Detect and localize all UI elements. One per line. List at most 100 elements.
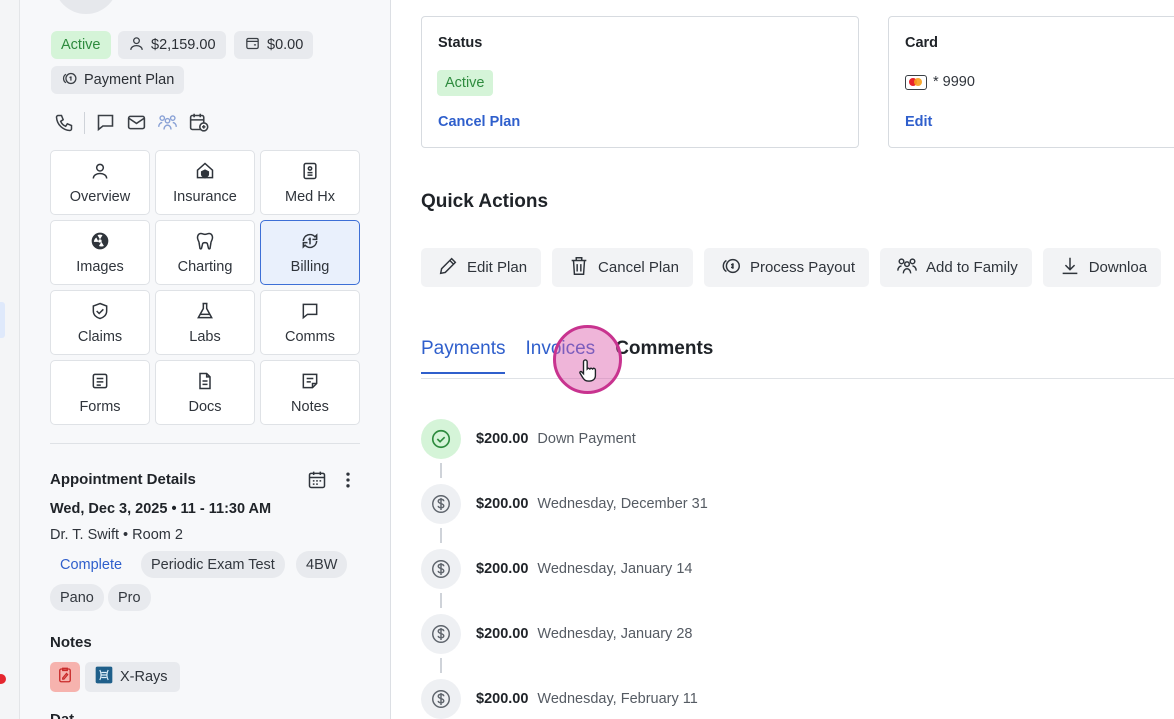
- more-vertical-icon[interactable]: [338, 470, 358, 490]
- appointment-tag: Pano: [50, 584, 104, 611]
- tooth-icon: [195, 231, 215, 255]
- payment-row[interactable]: $200.00 Wednesday, January 28: [421, 614, 1021, 654]
- check-circle-icon: [421, 419, 461, 459]
- download-button[interactable]: Downloa: [1042, 248, 1162, 287]
- medical-record-icon: [300, 161, 320, 185]
- billing-refresh-icon: [300, 231, 320, 255]
- download-icon: [1059, 255, 1081, 281]
- appointment-tag: 4BW: [296, 551, 348, 578]
- add-to-family-button[interactable]: Add to Family: [880, 248, 1032, 287]
- xray-note-chip[interactable]: X-Rays: [85, 662, 180, 692]
- nav-tile-insurance[interactable]: Insurance: [155, 150, 255, 215]
- quick-actions-title: Quick Actions: [421, 191, 549, 212]
- status-chip: Active: [51, 31, 111, 59]
- hand-cursor-icon: [578, 358, 600, 382]
- mail-icon[interactable]: [124, 110, 149, 135]
- nav-tile-forms[interactable]: Forms: [50, 360, 150, 425]
- nav-tile-billing[interactable]: Billing: [260, 220, 360, 285]
- appointment-provider: Dr. T. Swift • Room 2: [50, 527, 183, 543]
- coins-icon: [61, 70, 78, 91]
- house-shield-icon: [195, 161, 215, 185]
- family-icon[interactable]: [155, 110, 180, 135]
- sidebar-divider: [50, 443, 360, 444]
- clipboard-note-button[interactable]: [50, 662, 80, 692]
- payment-row[interactable]: $200.00 Down Payment: [421, 419, 1021, 459]
- avatar: [54, 0, 118, 14]
- status-badge: Active: [437, 70, 493, 96]
- payment-plan-chip[interactable]: Payment Plan: [51, 66, 185, 94]
- nav-tile-overview[interactable]: Overview: [50, 150, 150, 215]
- nav-tile-medhx[interactable]: Med Hx: [260, 150, 360, 215]
- phone-icon[interactable]: [51, 110, 76, 135]
- pencil-icon: [437, 255, 459, 281]
- clipboard-icon: [56, 666, 74, 689]
- tab-comments[interactable]: Comments: [615, 338, 713, 374]
- dollar-circle-icon: [421, 484, 461, 524]
- flask-icon: [195, 301, 215, 325]
- edit-card-link[interactable]: Edit: [905, 114, 932, 130]
- quick-actions-row: Edit Plan Cancel Plan Process Payout Add…: [421, 248, 1162, 287]
- left-rail: [0, 0, 20, 719]
- patient-nav-grid: Overview Insurance Med Hx Images Chartin…: [50, 150, 361, 425]
- appointment-tag: Pro: [108, 584, 151, 611]
- contact-icon-row: [51, 110, 211, 135]
- app: Active $2,159.00 $0.00 Payment Plan Over…: [0, 0, 1174, 719]
- payment-row[interactable]: $200.00 Wednesday, December 31: [421, 484, 1021, 524]
- dollar-circle-icon: [421, 679, 461, 719]
- nav-tile-charting[interactable]: Charting: [155, 220, 255, 285]
- credit-chip[interactable]: $0.00: [234, 31, 314, 59]
- patient-sidebar: Active $2,159.00 $0.00 Payment Plan Over…: [20, 0, 391, 719]
- cancel-plan-link[interactable]: Cancel Plan: [438, 114, 520, 130]
- calendar-icon[interactable]: [307, 470, 327, 490]
- edit-plan-button[interactable]: Edit Plan: [421, 248, 542, 287]
- person-icon: [90, 161, 110, 185]
- appointment-title: Appointment Details: [50, 471, 196, 488]
- payment-row[interactable]: $200.00 Wednesday, February 11: [421, 679, 1021, 719]
- card-card-title: Card: [905, 35, 939, 51]
- wallet-icon: [244, 35, 261, 56]
- card-number-row: * 9990: [905, 74, 975, 90]
- document-icon: [195, 371, 215, 395]
- nav-tile-notes[interactable]: Notes: [260, 360, 360, 425]
- timeline-connector: [440, 593, 442, 608]
- process-payout-button[interactable]: Process Payout: [703, 248, 869, 287]
- nav-tile-comms[interactable]: Comms: [260, 290, 360, 355]
- dollar-circle-icon: [421, 614, 461, 654]
- tab-payments[interactable]: Payments: [421, 338, 506, 374]
- rail-active-marker: [0, 302, 5, 338]
- xray-icon: [94, 665, 114, 689]
- payment-row[interactable]: $200.00 Wednesday, January 14: [421, 549, 1021, 589]
- notes-title: Notes: [50, 634, 92, 651]
- trash-icon: [568, 255, 590, 281]
- icon-separator: [84, 111, 85, 134]
- timeline-connector: [440, 528, 442, 543]
- notification-dot: [0, 674, 6, 684]
- nav-tile-labs[interactable]: Labs: [155, 290, 255, 355]
- mastercard-icon: [905, 74, 927, 90]
- form-icon: [90, 371, 110, 395]
- chat-icon[interactable]: [93, 110, 118, 135]
- appointment-date: Wed, Dec 3, 2025 • 11 - 11:30 AM: [50, 501, 272, 517]
- appointment-status: Complete: [60, 556, 123, 573]
- family-icon: [896, 255, 918, 281]
- status-card: Status Active Cancel Plan: [421, 16, 859, 148]
- calendar-add-icon[interactable]: [186, 110, 211, 135]
- status-card-title: Status: [438, 35, 483, 51]
- timeline-connector: [440, 658, 442, 673]
- nav-tile-claims[interactable]: Claims: [50, 290, 150, 355]
- timeline-connector: [440, 463, 442, 478]
- coins-icon: [720, 255, 742, 281]
- nav-tile-images[interactable]: Images: [50, 220, 150, 285]
- payment-card-card: Card * 9990 Edit: [888, 16, 1174, 148]
- balance-chip[interactable]: $2,159.00: [118, 31, 226, 59]
- nav-tile-docs[interactable]: Docs: [155, 360, 255, 425]
- dollar-circle-icon: [421, 549, 461, 589]
- shield-check-icon: [90, 301, 110, 325]
- section-heading-cut: Dat: [50, 711, 74, 719]
- tabs-underline: [421, 378, 1174, 379]
- radiation-icon: [90, 231, 110, 255]
- person-icon: [128, 35, 145, 56]
- chat-icon: [300, 301, 320, 325]
- cancel-plan-button[interactable]: Cancel Plan: [552, 248, 693, 287]
- note-icon: [300, 371, 320, 395]
